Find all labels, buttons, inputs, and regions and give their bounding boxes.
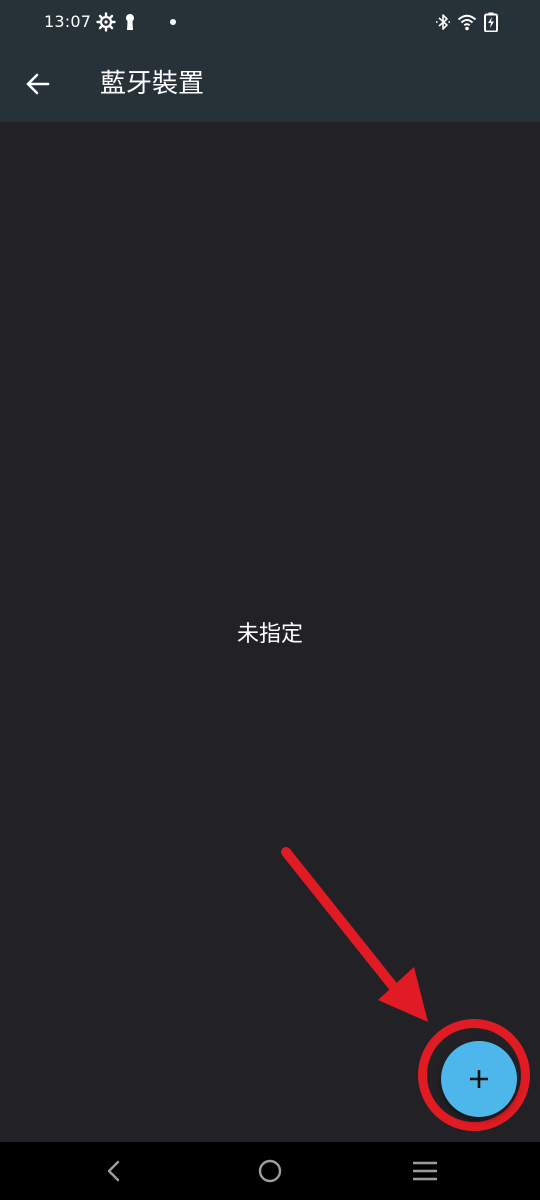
battery-charging-icon	[481, 12, 501, 33]
notification-dot-icon	[163, 12, 183, 32]
nav-menu-button[interactable]	[405, 1151, 445, 1191]
status-time: 13:07	[44, 12, 92, 31]
add-device-fab[interactable]	[441, 1041, 517, 1117]
nav-back-button[interactable]	[94, 1151, 134, 1191]
wifi-icon	[457, 12, 477, 32]
keyhole-icon	[120, 12, 140, 32]
main-content: 未指定	[0, 122, 540, 1142]
nav-home-button[interactable]	[250, 1151, 290, 1191]
settings-gear-icon	[96, 12, 116, 32]
screen: 13:07 藍牙裝置 未指定	[0, 0, 540, 1200]
arrow-back-icon	[25, 71, 51, 97]
status-bar: 13:07	[0, 0, 540, 46]
nav-back-icon	[102, 1159, 126, 1183]
back-button[interactable]	[14, 60, 62, 108]
plus-icon	[467, 1067, 491, 1091]
system-nav-bar	[0, 1142, 540, 1200]
bluetooth-icon	[433, 12, 453, 32]
empty-state-text: 未指定	[236, 622, 303, 647]
nav-home-icon	[257, 1158, 283, 1184]
app-bar: 藍牙裝置	[0, 46, 540, 122]
page-title: 藍牙裝置	[100, 69, 205, 99]
nav-menu-icon	[412, 1159, 438, 1183]
